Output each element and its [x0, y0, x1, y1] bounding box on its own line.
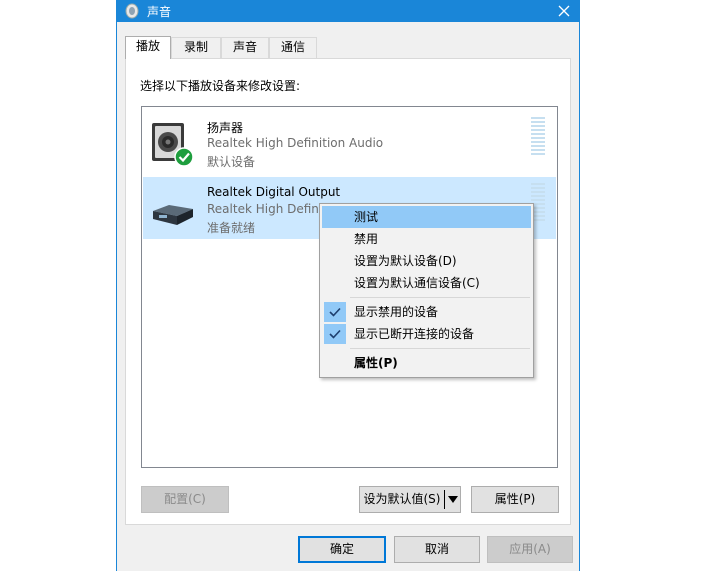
- title-bar[interactable]: 声音: [117, 0, 579, 22]
- volume-meter: [531, 117, 545, 157]
- set-default-split-button[interactable]: 设为默认值(S): [359, 486, 461, 513]
- configure-button[interactable]: 配置(C): [141, 486, 229, 513]
- menu-item-show-disabled[interactable]: 显示禁用的设备: [322, 301, 531, 323]
- menu-item-disable[interactable]: 禁用: [322, 228, 531, 250]
- menu-separator: [350, 297, 530, 298]
- apply-button[interactable]: 应用(A): [487, 536, 573, 563]
- window-title: 声音: [147, 5, 172, 19]
- menu-item-show-disconnected[interactable]: 显示已断开连接的设备: [322, 323, 531, 345]
- set-default-button[interactable]: 设为默认值(S): [360, 487, 444, 512]
- menu-item-test[interactable]: 测试: [322, 206, 531, 228]
- checkmark-icon: [324, 324, 346, 344]
- device-status: 准备就绪: [207, 221, 256, 235]
- device-name: 扬声器: [207, 121, 244, 135]
- device-status: 默认设备: [207, 155, 256, 169]
- menu-separator: [350, 348, 530, 349]
- tab-communications[interactable]: 通信: [269, 37, 317, 58]
- menu-item-properties[interactable]: 属性(P): [322, 352, 531, 374]
- tab-recording[interactable]: 录制: [171, 37, 221, 58]
- close-icon[interactable]: [549, 0, 579, 22]
- cancel-button[interactable]: 取消: [394, 536, 480, 563]
- ok-button[interactable]: 确定: [298, 536, 386, 563]
- instruction-text: 选择以下播放设备来修改设置:: [140, 79, 301, 93]
- tab-playback[interactable]: 播放: [125, 36, 171, 59]
- properties-button[interactable]: 属性(P): [471, 486, 559, 513]
- tab-sounds[interactable]: 声音: [221, 37, 269, 58]
- menu-item-set-default-comm[interactable]: 设置为默认通信设备(C): [322, 272, 531, 294]
- device-context-menu: 测试 禁用 设置为默认设备(D) 设置为默认通信设备(C) 显示禁用的设备 显示…: [319, 203, 534, 378]
- sound-app-icon: [125, 3, 139, 19]
- chevron-down-icon[interactable]: [448, 496, 458, 503]
- checkmark-icon: [324, 302, 346, 322]
- digital-output-icon: [149, 185, 197, 233]
- menu-item-set-default[interactable]: 设置为默认设备(D): [322, 250, 531, 272]
- speaker-icon: [149, 119, 197, 167]
- split-divider: [444, 490, 445, 509]
- device-driver: Realtek High Definition Audio: [207, 136, 384, 150]
- device-item-speakers[interactable]: 扬声器 Realtek High Definition Audio 默认设备: [143, 111, 556, 173]
- device-name: Realtek Digital Output: [207, 185, 341, 199]
